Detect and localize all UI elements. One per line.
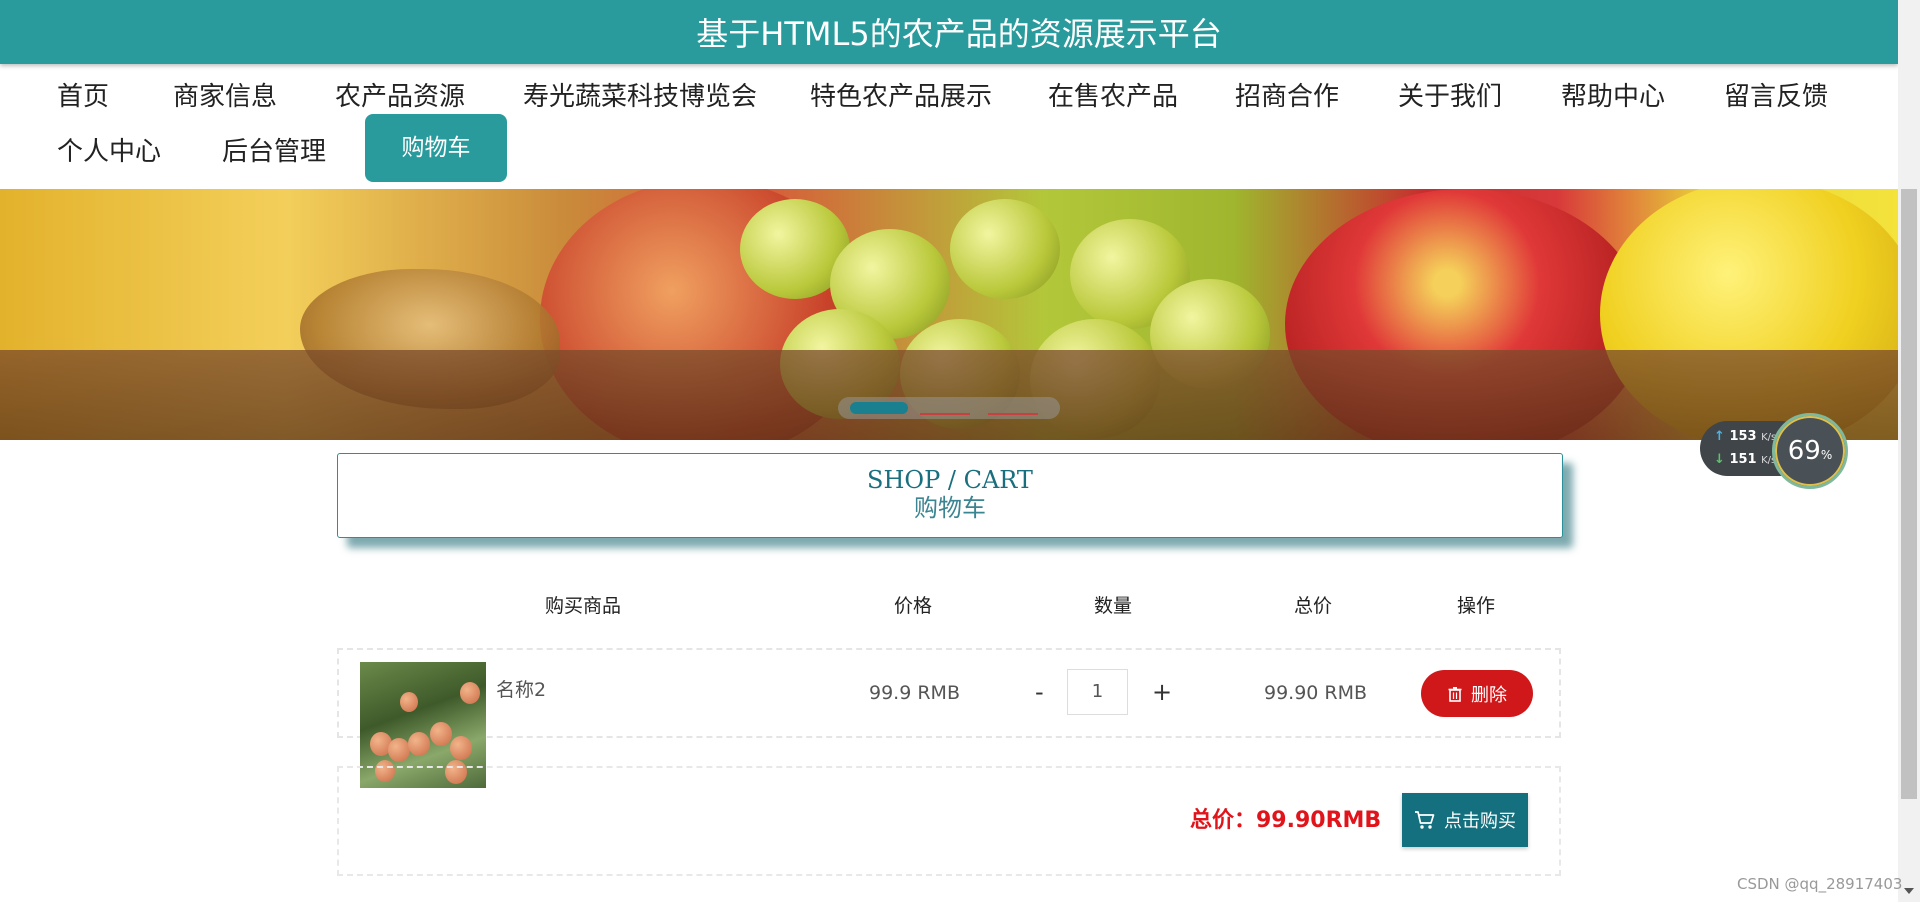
nav-item-cart[interactable]: 购物车 [365,114,507,182]
nav-item-merchants[interactable]: 商家信息 [173,70,277,130]
nav-item-profile[interactable]: 个人中心 [57,125,161,185]
section-title-en: SHOP / CART [867,466,1033,494]
quantity-decrease-button[interactable]: - [1035,678,1044,706]
cart-icon [1414,810,1436,830]
scrollbar-thumb[interactable] [1901,189,1917,799]
header-price: 价格 [894,595,933,617]
network-speed-widget[interactable]: ↑ 153 K/s ↓ 151 K/s 69% [1700,413,1848,489]
upload-speed: ↑ 153 K/s [1714,429,1777,444]
quantity-increase-button[interactable]: + [1152,678,1172,706]
quantity-input[interactable]: 1 [1067,669,1128,715]
header-quantity: 数量 [1094,595,1133,617]
carousel-dot[interactable] [920,413,970,415]
nav-item-on-sale[interactable]: 在售农产品 [1048,70,1178,130]
trash-icon [1447,686,1463,702]
header-total: 总价 [1294,595,1333,617]
carousel-indicator[interactable] [838,397,1060,419]
site-header: 基于HTML5的农产品的资源展示平台 [0,0,1898,64]
carousel-dot[interactable] [988,413,1038,415]
memory-percent-ring[interactable]: 69% [1772,413,1848,489]
delete-button[interactable]: 删除 [1421,670,1533,717]
download-speed: ↓ 151 K/s [1714,452,1777,467]
section-title-cn: 购物车 [914,494,986,522]
watermark: CSDN @qq_28917403 [1737,875,1903,893]
scroll-down-arrow-icon[interactable] [1904,888,1914,894]
nav-item-about[interactable]: 关于我们 [1398,70,1502,130]
nav-item-help[interactable]: 帮助中心 [1561,70,1665,130]
nav-item-feedback[interactable]: 留言反馈 [1724,70,1828,130]
row-total: 99.90 RMB [1264,682,1368,704]
section-title-box: SHOP / CART 购物车 [337,453,1563,538]
header-action: 操作 [1457,595,1496,617]
wood-background [0,350,1898,440]
site-title: 基于HTML5的农产品的资源展示平台 [696,15,1222,53]
nav-item-expo[interactable]: 寿光蔬菜科技博览会 [523,70,757,130]
vertical-scrollbar[interactable] [1898,0,1920,902]
buy-button[interactable]: 点击购买 [1402,793,1528,847]
download-arrow-icon: ↓ [1714,452,1725,467]
product-name[interactable]: 名称2 [496,675,546,702]
nav-item-investment[interactable]: 招商合作 [1235,70,1339,130]
grand-total: 总价：99.90RMB [1190,808,1382,833]
main-nav: 首页 商家信息 农产品资源 寿光蔬菜科技博览会 特色农产品展示 在售农产品 招商… [0,64,1898,189]
nav-item-admin[interactable]: 后台管理 [222,125,326,185]
nav-item-featured[interactable]: 特色农产品展示 [810,70,992,130]
upload-arrow-icon: ↑ [1714,429,1725,444]
grape-image [950,199,1060,299]
delete-button-label: 删除 [1471,684,1507,706]
product-price: 99.9 RMB [869,682,960,704]
buy-button-label: 点击购买 [1444,811,1516,832]
header-product: 购买商品 [545,595,622,617]
carousel-dot-active[interactable] [850,402,908,414]
nav-item-home[interactable]: 首页 [57,70,109,130]
